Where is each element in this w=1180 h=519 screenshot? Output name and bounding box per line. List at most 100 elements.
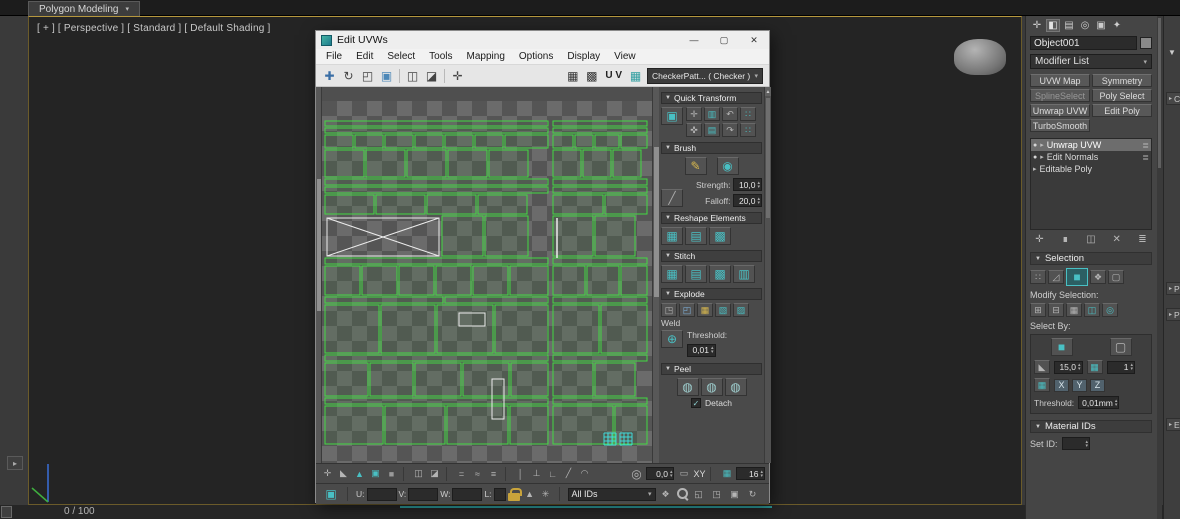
flatten-by-angle-icon[interactable]: ▧: [715, 303, 731, 317]
rollout-material-ids[interactable]: ▼ Material IDs: [1030, 420, 1152, 433]
uv-island[interactable]: [325, 297, 443, 303]
stitch-to-target-icon[interactable]: ▤: [685, 265, 707, 283]
rollout-pe[interactable]: ▸Pe: [1166, 282, 1180, 295]
uv-island[interactable]: [325, 128, 548, 133]
scene-object[interactable]: [954, 39, 1006, 75]
utilities-tab-icon[interactable]: ✦: [1110, 19, 1124, 32]
grid-size-spinner[interactable]: 16 ▴▾: [736, 467, 765, 480]
break-vertices-icon[interactable]: ◳: [661, 303, 677, 317]
uv-island[interactable]: [370, 363, 413, 396]
command-panel-scrollbar[interactable]: [1157, 16, 1162, 519]
uv-island[interactable]: [553, 266, 585, 295]
stack-item-unwrap-uvw[interactable]: ●▸Unwrap UVW≣: [1031, 139, 1151, 151]
modifier-button-symmetry[interactable]: Symmetry: [1092, 74, 1152, 87]
hierarchy-tab-icon[interactable]: ▤: [1062, 19, 1076, 32]
break-edges-icon[interactable]: ◰: [679, 303, 695, 317]
minimize-button[interactable]: —: [679, 32, 709, 49]
stitch-to-average-icon[interactable]: ▩: [709, 265, 731, 283]
expand-arrow-icon[interactable]: ▸: [1040, 141, 1044, 149]
xy-axis-label[interactable]: XY: [693, 469, 705, 479]
uv-island[interactable]: [553, 135, 573, 148]
stack-row-icon[interactable]: ≣: [1142, 141, 1149, 150]
display-tab-icon[interactable]: ▣: [1094, 19, 1108, 32]
move-horizontal-icon[interactable]: ✛: [686, 107, 702, 121]
uv-editor-canvas[interactable]: [322, 87, 652, 463]
configure-modifier-sets-icon[interactable]: ≣: [1135, 233, 1150, 246]
element-mode-icon[interactable]: ❖: [1090, 270, 1106, 284]
spinner-arrows-icon[interactable]: ▴▾: [1131, 363, 1134, 371]
uv-island[interactable]: [553, 128, 647, 133]
relax-brush-icon[interactable]: ◉: [717, 157, 739, 175]
window-title-bar[interactable]: Edit UVWs —▢✕: [316, 31, 769, 49]
expand-arrow-icon[interactable]: ▸: [1033, 165, 1037, 173]
rotate-ccw-icon[interactable]: ↶: [722, 107, 738, 121]
uv-island[interactable]: [601, 305, 647, 353]
uv-island[interactable]: [621, 135, 647, 148]
uv-island[interactable]: [325, 195, 374, 214]
pin-stack-icon[interactable]: ✛: [1032, 233, 1047, 246]
straighten-selection-icon[interactable]: ▦: [661, 227, 683, 245]
brush-stroke-icon[interactable]: ╱: [661, 189, 683, 207]
uv-island[interactable]: [553, 305, 599, 353]
uv-island[interactable]: [553, 195, 603, 214]
uv-island[interactable]: [415, 135, 443, 148]
uv-island[interactable]: [553, 355, 647, 361]
uv-island[interactable]: [605, 195, 647, 214]
set-id-spinner[interactable]: ▴▾: [1062, 437, 1091, 450]
uv-island[interactable]: [325, 135, 353, 148]
grid-snap-icon[interactable]: ▦: [719, 467, 734, 481]
snaps-toggle-icon[interactable]: ✳: [538, 487, 554, 501]
vertex-mode-icon[interactable]: ∷: [1030, 270, 1046, 284]
rollout-co[interactable]: ▸Co: [1166, 92, 1180, 105]
uv-island[interactable]: [510, 266, 548, 295]
soft-selection-icon[interactable]: ✛: [320, 467, 335, 481]
uv-island[interactable]: [325, 187, 548, 193]
rollout-stitch[interactable]: ▼ Stitch: [661, 250, 762, 262]
planar-angle-icon[interactable]: ◣: [1034, 360, 1050, 374]
zoom-icon[interactable]: [676, 487, 689, 500]
viewport-gutter-button[interactable]: ▸: [7, 456, 23, 470]
modifier-button-edit-poly[interactable]: Edit Poly: [1092, 104, 1152, 117]
stack-item-edit-normals[interactable]: ●▸Edit Normals≣: [1031, 151, 1151, 163]
uv-island[interactable]: [621, 266, 647, 295]
edge-mode-icon[interactable]: ◿: [1048, 270, 1064, 284]
expand-arrow-icon[interactable]: ▸: [1040, 153, 1044, 161]
uv-island[interactable]: [583, 150, 611, 177]
motion-tab-icon[interactable]: ◎: [1078, 19, 1092, 32]
uv-island[interactable]: [445, 297, 548, 303]
uv-island[interactable]: [381, 305, 435, 353]
spinner-arrows-icon[interactable]: ▴▾: [1086, 440, 1089, 448]
menu-options[interactable]: Options: [512, 51, 560, 62]
uv-island[interactable]: [575, 135, 593, 148]
uv-island[interactable]: [325, 121, 548, 126]
uv-island[interactable]: [553, 187, 647, 193]
edge-loop-icon[interactable]: ◫: [411, 467, 426, 481]
spinner-arrows-icon[interactable]: ▴▾: [1115, 399, 1118, 407]
uv-island[interactable]: [325, 179, 548, 185]
falloff-spinner[interactable]: 20,0 ▴▾: [733, 194, 762, 207]
uv-island[interactable]: [385, 135, 413, 148]
move-vertical-icon[interactable]: ✜: [686, 123, 702, 137]
uv-island[interactable]: [325, 398, 548, 404]
menu-file[interactable]: File: [319, 51, 349, 62]
select-by-cube-icon[interactable]: ■: [1051, 338, 1073, 356]
uv-wireframe-layer[interactable]: [322, 87, 652, 463]
uv-island[interactable]: [362, 266, 397, 295]
timeline-track[interactable]: [400, 506, 772, 508]
falloff-corner-icon[interactable]: ∟: [545, 467, 560, 481]
align-horizontal-icon[interactable]: ▤: [704, 123, 720, 137]
uv-island[interactable]: [448, 150, 487, 177]
uv-island[interactable]: [553, 216, 593, 256]
peel-reset-icon[interactable]: ◍: [725, 378, 747, 396]
rollout-ed[interactable]: ▸Ed: [1166, 418, 1180, 431]
paint-brush-icon[interactable]: ✎: [685, 157, 707, 175]
rollout-brush[interactable]: ▼ Brush: [661, 142, 762, 154]
create-tab-icon[interactable]: ✛: [1030, 19, 1044, 32]
show-map-icon[interactable]: ▩: [582, 67, 601, 84]
l-field[interactable]: [494, 488, 506, 501]
uv-island[interactable]: [376, 195, 425, 214]
spinner-arrows-icon[interactable]: ▴▾: [1078, 363, 1081, 371]
axis-y-button[interactable]: Y: [1072, 379, 1087, 392]
weld-threshold-spinner[interactable]: 0,01 ▴▾: [687, 344, 716, 357]
stack-row-icon[interactable]: ≣: [1142, 153, 1149, 162]
